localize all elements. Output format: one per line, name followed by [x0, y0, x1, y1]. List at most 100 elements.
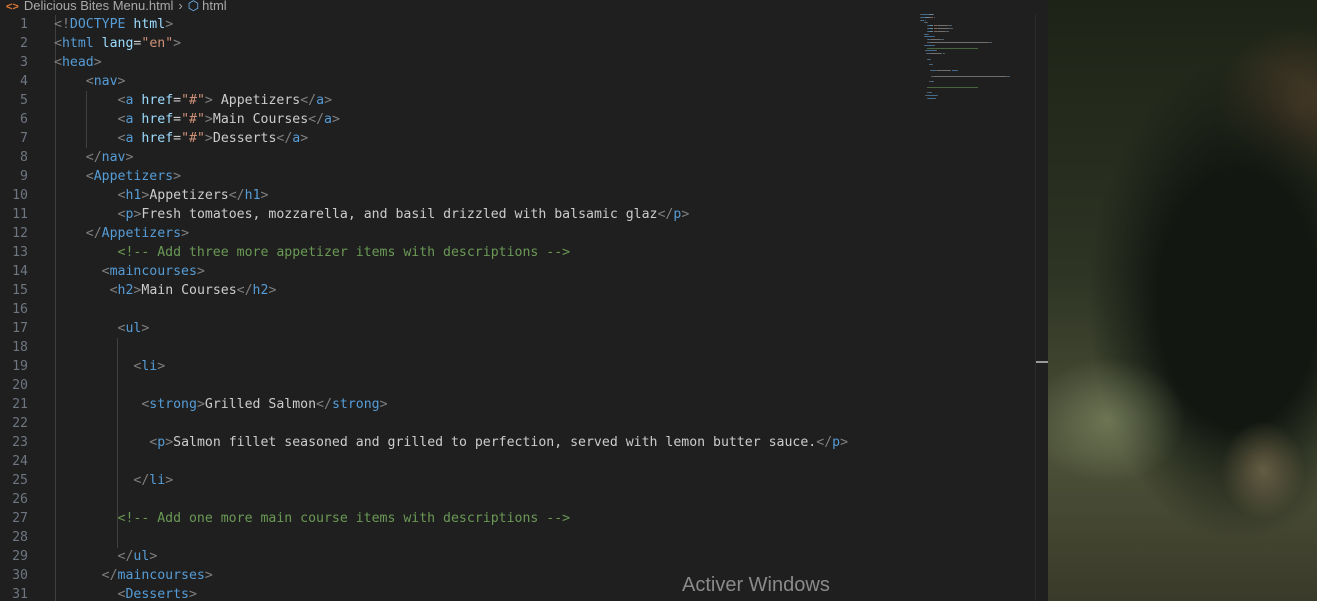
- code-token: h1: [244, 188, 261, 203]
- code-token: </: [316, 397, 332, 412]
- minimap-stroke: [933, 16, 935, 18]
- code-line[interactable]: 26: [0, 490, 1048, 509]
- code-line[interactable]: 13 <!-- Add three more appetizer items w…: [0, 243, 1048, 262]
- code-line[interactable]: 14 <maincourses>: [0, 262, 1048, 281]
- code-token: >: [173, 36, 182, 51]
- code-line[interactable]: 3 <head>: [0, 53, 1048, 72]
- code-line[interactable]: 24: [0, 452, 1048, 471]
- windows-activation-watermark: Activer Windows: [682, 574, 830, 596]
- line-number: 18: [12, 340, 28, 355]
- minimap-stroke: [947, 30, 949, 32]
- code-line[interactable]: 28: [0, 528, 1048, 547]
- code-token: Desserts: [125, 587, 190, 601]
- code-line[interactable]: 10 <h1>Appetizers</h1>: [0, 186, 1048, 205]
- code-line[interactable]: 25 </li>: [0, 471, 1048, 490]
- minimap-stroke: [936, 50, 938, 52]
- code-token: <: [109, 283, 118, 298]
- code-token: >: [157, 359, 166, 374]
- code-line[interactable]: 15 <h2>Main Courses</h2>: [0, 281, 1048, 300]
- code-token: "#": [181, 112, 205, 127]
- minimap-stroke: [921, 14, 929, 15]
- code-line[interactable]: 12 </Appetizers>: [0, 224, 1048, 243]
- code-line[interactable]: 23 <p>Salmon fillet seasoned and grilled…: [0, 433, 1048, 452]
- minimap-stroke: [950, 25, 952, 27]
- code-line[interactable]: 29 </ul>: [0, 547, 1048, 566]
- minimap-stroke: [927, 95, 938, 97]
- code-token: =: [173, 112, 182, 127]
- vertical-scrollbar[interactable]: [1035, 14, 1048, 601]
- code-line[interactable]: 17 <ul>: [0, 319, 1048, 338]
- minimap-stroke: [937, 70, 950, 71]
- code-token: <!-- Add three more appetizer items with…: [117, 245, 571, 260]
- code-token: Appetizers: [93, 169, 174, 184]
- code-token: ul: [133, 549, 150, 564]
- code-line[interactable]: 21 <strong>Grilled Salmon</strong>: [0, 395, 1048, 414]
- code-line[interactable]: 19 <li>: [0, 357, 1048, 376]
- line-number: 21: [12, 397, 28, 412]
- line-number: 31: [12, 587, 28, 601]
- breadcrumb-file[interactable]: Delicious Bites Menu.html: [24, 0, 174, 13]
- line-number: 24: [12, 454, 28, 469]
- code-editor[interactable]: <> Delicious Bites Menu.html › ⬡ html 1 <!DOC…: [0, 0, 1048, 601]
- code-line[interactable]: 11 <p>Fresh tomatoes, mozzarella, and ba…: [0, 205, 1048, 224]
- code-line[interactable]: 6 <a href="#">Main Courses</a>: [0, 110, 1048, 129]
- code-line[interactable]: 7 <a href="#">Desserts</a>: [0, 129, 1048, 148]
- code-token: <: [54, 36, 62, 51]
- code-line[interactable]: 8 </nav>: [0, 148, 1048, 167]
- code-area[interactable]: 1 <!DOCTYPE html> 2 <html lang="en"> 3 <head>…: [0, 15, 1048, 601]
- line-number: 23: [12, 435, 28, 450]
- code-token: >: [196, 397, 205, 412]
- code-token: >: [324, 93, 333, 108]
- chevron-right-icon: ›: [178, 0, 183, 13]
- code-line[interactable]: 18: [0, 338, 1048, 357]
- code-token: a: [125, 131, 142, 146]
- code-token: </: [308, 112, 325, 127]
- code-token: >: [196, 264, 205, 279]
- code-line[interactable]: 27 <!-- Add one more main course items w…: [0, 509, 1048, 528]
- code-token: </: [85, 150, 102, 165]
- code-line[interactable]: 4 <nav>: [0, 72, 1048, 91]
- code-token: a: [125, 112, 142, 127]
- minimap-stroke: [932, 81, 934, 83]
- breadcrumb-symbol[interactable]: html: [202, 0, 227, 13]
- code-line[interactable]: 20: [0, 376, 1048, 395]
- minimap-stroke: [924, 19, 926, 21]
- code-line[interactable]: 30 </maincourses>: [0, 566, 1048, 585]
- code-token: >: [125, 150, 134, 165]
- minimap-stroke: [929, 53, 941, 55]
- minimap-stroke: [934, 44, 936, 46]
- code-token: <: [85, 74, 94, 89]
- code-token: >: [165, 17, 174, 32]
- code-line[interactable]: 9 <Appetizers>: [0, 167, 1048, 186]
- code-line[interactable]: 22: [0, 414, 1048, 433]
- code-token: a: [324, 112, 332, 127]
- code-token: a: [316, 93, 325, 108]
- breadcrumb: <> Delicious Bites Menu.html › ⬡ html: [0, 0, 1048, 14]
- code-line[interactable]: 5 <a href="#"> Appetizers</a>: [0, 91, 1048, 110]
- minimap[interactable]: [920, 14, 1030, 104]
- line-number: 17: [12, 321, 28, 336]
- code-line[interactable]: 2 <html lang="en">: [0, 34, 1048, 53]
- code-token: nav: [101, 150, 126, 165]
- minimap-stroke: [928, 33, 930, 35]
- code-token: Fresh tomatoes, mozzarella, and basil dr…: [141, 207, 658, 222]
- background-photo: [1048, 0, 1317, 601]
- code-token: h2: [117, 283, 134, 298]
- minimap-stroke: [935, 98, 937, 99]
- code-token: </: [276, 131, 293, 146]
- code-line[interactable]: 16: [0, 300, 1048, 319]
- minimap-stroke: [938, 30, 946, 32]
- code-line[interactable]: 1 <!DOCTYPE html>: [0, 15, 1048, 34]
- line-number: 11: [12, 207, 28, 222]
- minimap-stroke: [928, 98, 936, 99]
- minimap-stroke: [925, 44, 935, 46]
- code-line[interactable]: 31 <Desserts>: [0, 585, 1048, 601]
- code-token: li: [149, 473, 166, 488]
